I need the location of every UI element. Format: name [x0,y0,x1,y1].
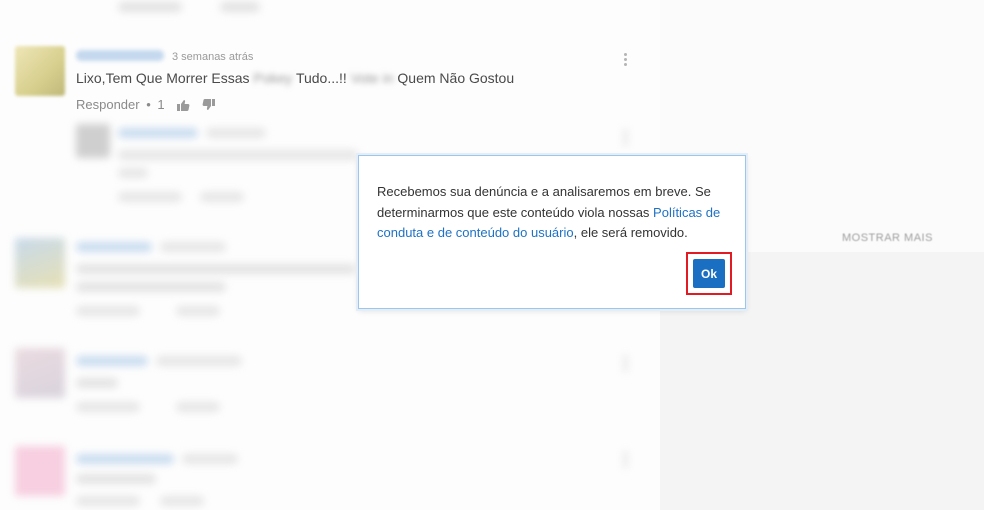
ok-button[interactable]: Ok [693,259,725,288]
dialog-message: Recebemos sua denúncia e a analisaremos … [377,182,731,244]
dialog-message-text: , ele será removido. [573,225,688,240]
comment-time[interactable]: 3 semanas atrás [172,51,253,63]
comment-actions: Responder • 1 [76,96,216,112]
separator: • [146,97,151,113]
comment-text-part: Quem Não Gostou [397,70,515,86]
reply-button[interactable]: Responder [76,97,140,112]
comment-text-part: Lixo,Tem Que Morrer Essas [76,70,250,86]
comment-text-redacted: Vote in [350,70,394,86]
comment-text-part: Tudo...!! [295,70,347,86]
comment-text: Lixo,Tem Que Morrer Essas Pokey Tudo...!… [76,70,514,86]
comment-text-redacted: Pokey [253,70,293,86]
thumbs-up-icon[interactable] [176,98,190,112]
comment-avatar[interactable] [15,46,65,96]
show-more-button[interactable]: MOSTRAR MAIS [842,232,933,244]
like-count: 1 [157,97,165,113]
page-background: 3 semanas atrás Lixo,Tem Que Morrer Essa… [0,0,984,510]
report-confirmation-dialog: Recebemos sua denúncia e a analisaremos … [358,155,746,309]
thumbs-down-icon[interactable] [202,98,216,112]
comment-author[interactable] [76,50,164,61]
